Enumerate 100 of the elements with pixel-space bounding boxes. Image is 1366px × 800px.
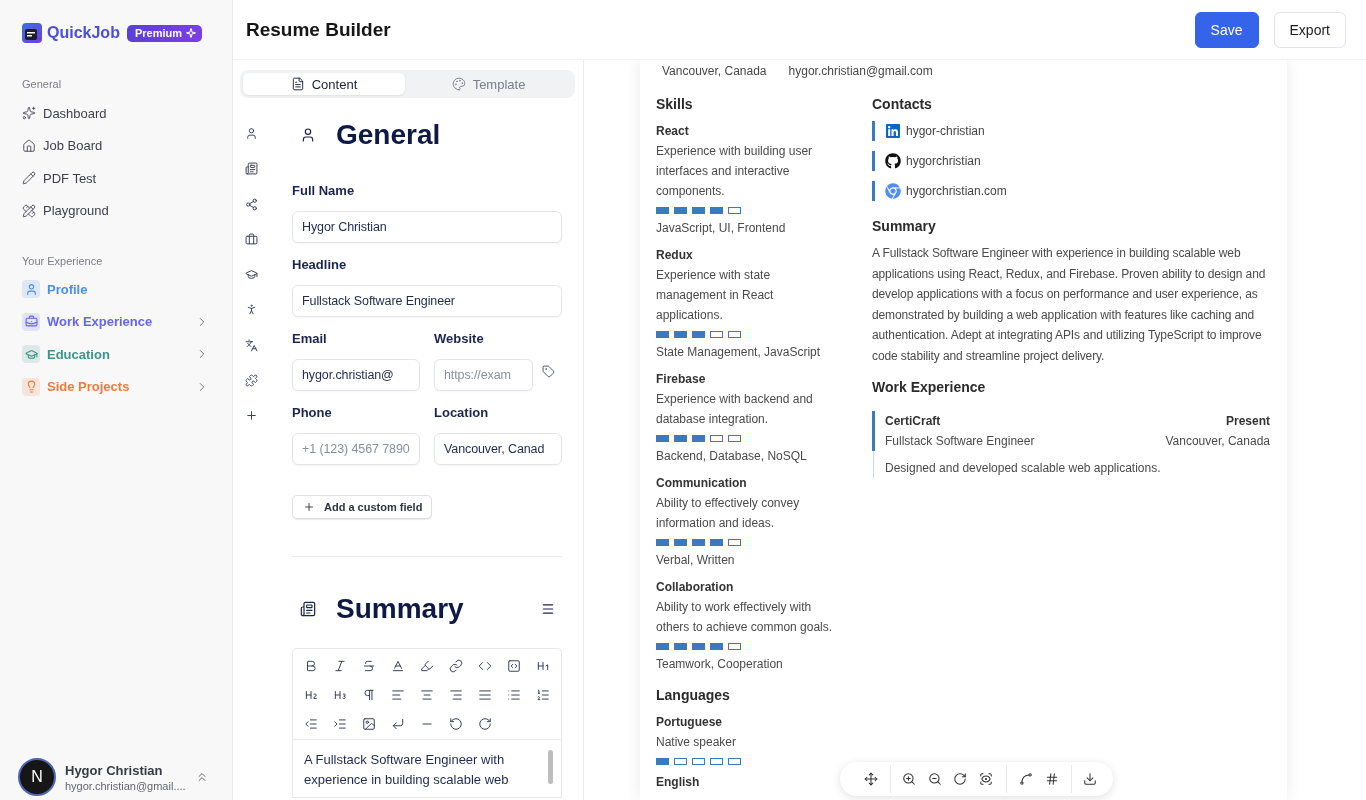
italic-icon[interactable] <box>333 659 348 673</box>
language-description: Native speaker <box>656 734 738 751</box>
section-heading: Summary <box>872 217 937 235</box>
link-icon[interactable] <box>448 659 463 673</box>
text-editor-field[interactable]: A Fullstack Software Engineer with experience in building scalable web <box>292 740 562 798</box>
align-left-icon[interactable] <box>391 688 406 702</box>
paragraph-icon[interactable] <box>362 688 377 702</box>
puzzle-icon[interactable] <box>244 374 258 388</box>
section-title: General <box>336 118 441 152</box>
section-label: Your Experience <box>22 254 104 268</box>
code-icon[interactable] <box>477 659 492 673</box>
redo-icon[interactable] <box>477 717 492 731</box>
section-heading: Work Experience <box>872 377 987 396</box>
bullet-list-icon[interactable] <box>506 688 521 702</box>
skill-keywords: Teamwork, Cooperation <box>656 656 784 673</box>
premium-badge[interactable]: Premium <box>126 24 202 42</box>
scan-eye-icon[interactable] <box>978 772 993 786</box>
briefcase-icon <box>22 312 40 331</box>
input-field[interactable]: hygor.christian@ <box>292 359 420 391</box>
user-icon[interactable] <box>244 127 258 140</box>
language-name: Portuguese <box>656 714 723 731</box>
sidebar-item[interactable]: Job Board <box>22 129 215 162</box>
languages-icon[interactable] <box>244 338 258 352</box>
input-field[interactable]: Fullstack Software Engineer <box>292 285 562 317</box>
newspaper-icon <box>300 601 316 617</box>
job-description: Designed and developed scalable web applications. <box>885 460 1161 475</box>
indent-icon[interactable] <box>333 717 348 731</box>
section-heading: Contacts <box>872 95 933 113</box>
sparkles-icon <box>22 106 36 121</box>
numbered-list-icon[interactable] <box>535 688 550 702</box>
sidebar-item[interactable]: Work Experience <box>22 305 215 338</box>
tab[interactable]: Template <box>405 73 572 95</box>
skill-name: Redux <box>656 247 694 264</box>
sidebar-item[interactable]: Playground <box>22 194 215 227</box>
line-break-icon[interactable] <box>391 717 406 731</box>
job-location: Vancouver, Canada <box>1165 432 1270 450</box>
input-field[interactable]: +1 (123) 4567 7890 <box>292 433 420 465</box>
summary-paragraph: A Fullstack Software Engineer with experience in building scalable web applications using React, Redux, and Firebase. Proven ability to design and develop applications with a focus on performance and user experience, as demonstrated by building a web application with features like caching and authentication. Adept at integrating APIs and utilizing TypeScript to improve code stability and streamline project delivery. <box>872 245 1267 365</box>
header-info: hygor.christian@gmail.com <box>788 63 933 79</box>
input-field[interactable]: https://exam <box>434 359 533 391</box>
field-label: Phone <box>292 405 333 421</box>
outdent-icon[interactable] <box>304 717 319 731</box>
graduation-cap-icon <box>22 345 40 364</box>
skill-name: React <box>656 123 690 140</box>
align-justify-icon[interactable] <box>477 688 492 702</box>
input-field[interactable]: Hygor Christian <box>292 211 562 243</box>
header-info: Vancouver, Canada <box>662 63 767 79</box>
contact-link[interactable]: hygor-christian <box>872 121 1270 141</box>
align-center-icon[interactable] <box>420 688 434 702</box>
undo-icon[interactable] <box>448 717 463 731</box>
hash-icon[interactable] <box>1044 772 1059 786</box>
plus-icon[interactable] <box>244 409 258 423</box>
code-block-icon[interactable] <box>506 659 521 673</box>
tag-icon[interactable] <box>542 365 555 378</box>
heading-one-icon[interactable] <box>535 659 550 673</box>
logo-icon <box>22 23 42 43</box>
tab[interactable]: Content <box>243 73 405 95</box>
input-field[interactable]: Vancouver, Canad <box>434 433 562 465</box>
skill-description: Experience with backend and database integration. <box>656 391 814 428</box>
skill-keywords: Backend, Database, NoSQL <box>656 448 808 465</box>
strikethrough-icon[interactable] <box>362 659 377 673</box>
zoom-in-icon[interactable] <box>902 772 917 786</box>
briefcase-icon[interactable] <box>244 232 258 246</box>
user-avatar[interactable]: N <box>18 758 56 796</box>
align-right-icon[interactable] <box>448 688 463 702</box>
export-button[interactable]: Export <box>1273 11 1346 48</box>
share-icon[interactable] <box>244 197 258 211</box>
contact-link[interactable]: hygorchristian.com <box>872 181 1270 201</box>
palette-icon <box>451 77 466 91</box>
github-icon <box>885 153 901 169</box>
skill-keywords: JavaScript, UI, Frontend <box>656 220 787 237</box>
newspaper-icon[interactable] <box>244 162 258 176</box>
company-name: CertiCraft <box>885 412 941 430</box>
download-icon[interactable] <box>1083 772 1098 786</box>
add-field-button[interactable]: Add a custom field <box>292 495 433 519</box>
pencil-icon <box>22 171 36 186</box>
move-icon[interactable] <box>863 772 878 786</box>
scrollbar-thumb[interactable] <box>548 750 553 784</box>
rotate-icon[interactable] <box>953 772 968 786</box>
image-icon[interactable] <box>362 717 377 731</box>
bold-icon[interactable] <box>304 659 319 673</box>
lightbulb-icon <box>22 377 40 396</box>
contact-link[interactable]: hygorchristian <box>872 151 1270 171</box>
user-icon <box>22 280 40 299</box>
connector-icon[interactable] <box>1019 772 1034 786</box>
heading-two-icon[interactable] <box>304 688 319 702</box>
linkedin-icon <box>885 123 901 139</box>
zoom-out-icon[interactable] <box>927 772 942 786</box>
field-label: Location <box>434 405 490 421</box>
sidebar-item[interactable]: PDF Test <box>22 162 215 195</box>
skill-keywords: Verbal, Written <box>656 552 736 569</box>
menu-icon[interactable] <box>541 602 555 616</box>
page-title: Resume Builder <box>246 18 392 41</box>
field-label: Full Name <box>292 183 356 199</box>
highlighter-icon[interactable] <box>420 659 434 673</box>
graduation-cap-icon[interactable] <box>244 268 258 282</box>
sidebar-item[interactable]: Dashboard <box>22 97 215 130</box>
heading-three-icon[interactable] <box>333 688 348 702</box>
save-button[interactable]: Save <box>1194 11 1259 48</box>
text-color-icon[interactable] <box>391 659 406 673</box>
